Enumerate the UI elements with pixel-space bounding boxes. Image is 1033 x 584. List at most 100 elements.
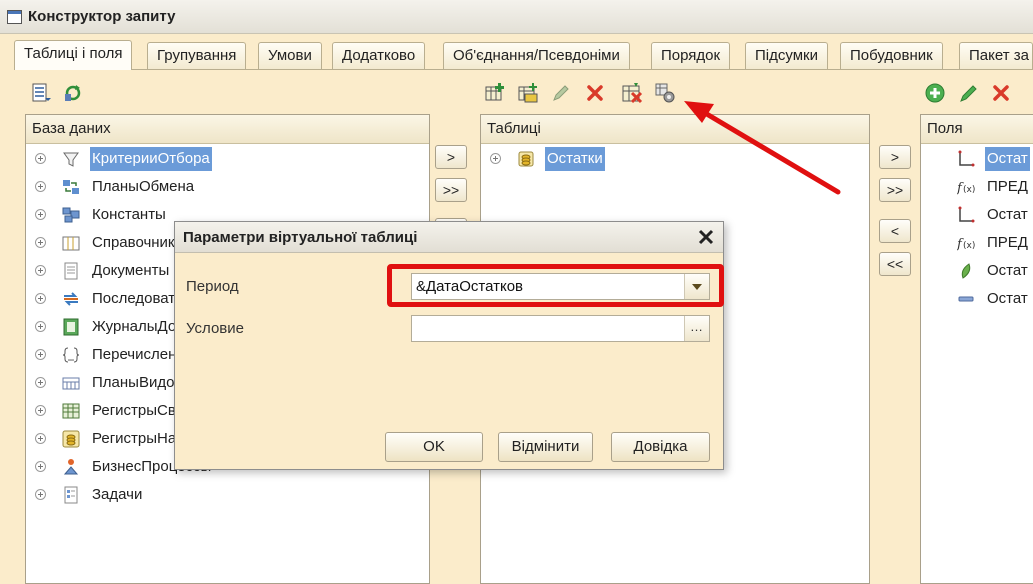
cancel-button[interactable]: Відмінити [498, 432, 593, 462]
dimension-icon [958, 206, 975, 223]
resource-icon [961, 263, 971, 279]
window-icon [7, 10, 22, 24]
window-titlebar: Конструктор запиту [0, 0, 1033, 34]
field-item[interactable]: Остат [921, 201, 1033, 229]
info-register-icon [62, 403, 80, 419]
enum-icon [62, 347, 80, 363]
edit-field-icon[interactable] [958, 82, 980, 104]
expand-icon[interactable] [35, 237, 46, 248]
tree-item-label: Константы [92, 206, 166, 223]
period-label: Период [186, 278, 239, 295]
tab-batch[interactable]: Пакет за [959, 42, 1033, 69]
table-row-ostatki[interactable]: Остатки [481, 145, 869, 173]
tree-item-label: Задачи [92, 486, 143, 503]
field-move-right-button[interactable]: > [879, 145, 911, 169]
ok-button[interactable]: OK [385, 432, 483, 462]
function-icon: f (x) [957, 181, 975, 196]
field-item[interactable]: Остат [921, 145, 1033, 173]
expand-icon[interactable] [35, 153, 46, 164]
tables-toolbar [484, 82, 694, 108]
expand-icon[interactable] [35, 293, 46, 304]
database-panel-header: База даних [26, 115, 429, 144]
tab-unions-aliases[interactable]: Об'єднання/Псевдоніми [443, 42, 630, 69]
expand-icon[interactable] [490, 153, 501, 164]
field-move-left-button[interactable]: < [879, 219, 911, 243]
refresh-tree-icon[interactable] [62, 82, 84, 104]
tree-item[interactable]: КритерииОтбора [26, 145, 429, 173]
catalog-icon [62, 236, 80, 251]
fields-toolbar [924, 82, 1024, 108]
virtual-table-parameters-icon[interactable] [654, 82, 676, 104]
field-move-all-right-button[interactable]: >> [879, 178, 911, 202]
register-table-icon [518, 151, 534, 167]
dialog-titlebar: Параметри віртуальної таблиці [175, 222, 723, 253]
add-nested-table-icon[interactable] [517, 82, 539, 104]
expand-icon[interactable] [35, 181, 46, 192]
field-item-label: Остат [985, 147, 1030, 171]
svg-text:(x): (x) [963, 185, 975, 195]
edit-icon[interactable] [550, 82, 572, 104]
add-field-icon[interactable] [924, 82, 946, 104]
tree-item[interactable]: Задачи [26, 481, 429, 509]
field-item-label: Остат [987, 262, 1028, 279]
expand-icon[interactable] [35, 265, 46, 276]
move-right-button[interactable]: > [435, 145, 467, 169]
tab-conditions[interactable]: Умови [258, 42, 322, 69]
field-item[interactable]: f (x) ПРЕД [921, 173, 1033, 201]
help-button[interactable]: Довідка [611, 432, 710, 462]
window-title: Конструктор запиту [28, 8, 176, 25]
expand-icon[interactable] [35, 461, 46, 472]
delete-icon[interactable] [584, 82, 606, 104]
exchange-plan-icon [63, 180, 79, 194]
tab-tables-and-fields[interactable]: Таблиці і поля [14, 40, 133, 70]
field-item-label: ПРЕД [987, 178, 1028, 195]
field-item-label: ПРЕД [987, 234, 1028, 251]
delete-field-icon[interactable] [990, 82, 1012, 104]
function-icon: f (x) [957, 237, 975, 252]
field-item[interactable]: Остат [921, 285, 1033, 313]
expand-icon[interactable] [35, 489, 46, 500]
field-item[interactable]: f (x) ПРЕД [921, 229, 1033, 257]
document-icon [64, 262, 78, 280]
dialog-title: Параметри віртуальної таблиці [183, 229, 418, 246]
business-process-icon [63, 459, 79, 475]
ellipsis-icon[interactable]: … [684, 316, 709, 341]
list-icon[interactable] [30, 82, 52, 104]
expand-icon[interactable] [35, 349, 46, 360]
tab-order[interactable]: Порядок [651, 42, 731, 69]
expand-icon[interactable] [35, 377, 46, 388]
sequence-icon [64, 292, 78, 306]
condition-field[interactable]: … [411, 315, 710, 342]
field-item-label: Остат [987, 206, 1028, 223]
database-toolbar [30, 82, 100, 108]
expand-icon[interactable] [35, 209, 46, 220]
expand-icon[interactable] [35, 405, 46, 416]
tree-item-label: Справочники [92, 234, 183, 251]
tab-divider [14, 69, 1033, 70]
tab-builder[interactable]: Побудовник [840, 42, 943, 69]
task-icon [64, 486, 78, 504]
field-move-all-left-button[interactable]: << [879, 252, 911, 276]
delete-table-icon[interactable] [621, 82, 643, 104]
fields-panel: Поля Остат f (x) ПРЕД Остат f (x) ПРЕД Остат Оста… [920, 114, 1033, 584]
close-icon[interactable] [697, 228, 715, 246]
expand-icon[interactable] [35, 321, 46, 332]
tree-item[interactable]: ПланыОбмена [26, 173, 429, 201]
tab-grouping[interactable]: Групування [147, 42, 247, 69]
table-label: Остатки [545, 147, 605, 171]
field-item[interactable]: Остат [921, 257, 1033, 285]
tab-totals[interactable]: Підсумки [745, 42, 828, 69]
virtual-table-parameters-dialog: Параметри віртуальної таблиці Период &Да… [174, 221, 724, 470]
tables-panel-header: Таблиці [481, 115, 869, 144]
journal-icon [63, 318, 79, 336]
add-table-icon[interactable] [484, 82, 506, 104]
tab-advanced[interactable]: Додатково [332, 42, 426, 69]
chart-kind-icon [62, 377, 80, 390]
move-all-right-button[interactable]: >> [435, 178, 467, 202]
field-item-label: Остат [987, 290, 1028, 307]
tab-strip: Таблиці і поля Групування Умови Додатков… [14, 40, 1033, 70]
annotation-highlight-box [387, 264, 724, 307]
expand-icon[interactable] [35, 433, 46, 444]
fields-panel-header: Поля [921, 115, 1033, 144]
tree-item-label: КритерииОтбора [90, 147, 212, 171]
